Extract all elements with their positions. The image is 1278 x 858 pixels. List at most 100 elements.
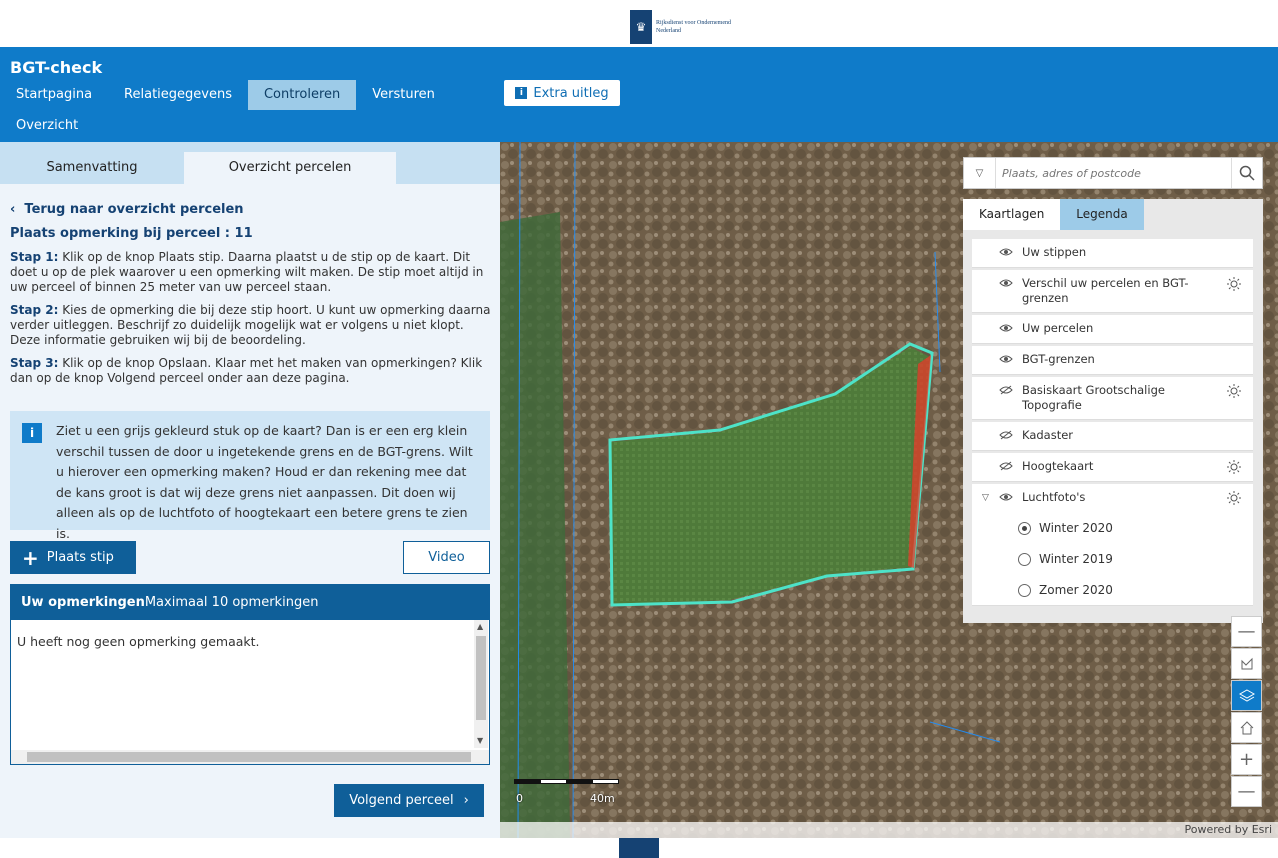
empty-message: U heeft nog geen opmerking gemaakt.	[17, 634, 260, 649]
tab-kaartlagen[interactable]: Kaartlagen	[963, 199, 1061, 230]
layer-panel: Kaartlagen Legenda Uw stippen Verschil u…	[963, 199, 1263, 623]
chevron-down-icon[interactable]: ▽	[964, 158, 996, 188]
home-icon[interactable]	[1231, 712, 1262, 743]
info-box: i Ziet u een grijs gekleurd stuk op de k…	[10, 411, 490, 541]
plus-icon: +	[22, 545, 39, 570]
caret-down-icon[interactable]: ▽	[982, 491, 989, 506]
eye-icon[interactable]	[999, 323, 1013, 333]
back-link[interactable]: ‹ Terug naar overzicht percelen	[10, 202, 244, 217]
layer-label: Uw stippen	[1022, 245, 1087, 259]
radio-selected-icon[interactable]	[1018, 522, 1031, 535]
video-button[interactable]: Video	[403, 541, 490, 574]
info-icon: i	[515, 87, 528, 99]
plaats-stip-button[interactable]: + Plaats stip	[10, 541, 136, 574]
volgend-perceel-button[interactable]: Volgend perceel ›	[334, 784, 484, 817]
layer-label: Kadaster	[1022, 428, 1074, 442]
layer-label: Basiskaart Grootschalige Topografie	[1022, 383, 1165, 412]
layers-icon[interactable]	[1231, 680, 1262, 711]
radio-icon[interactable]	[1018, 553, 1031, 566]
zoom-out-icon[interactable]: —	[1231, 776, 1262, 807]
step-1-label: Stap 1:	[10, 250, 59, 264]
opmerkingen-title: Uw opmerkingen	[21, 595, 145, 610]
zoom-in-icon[interactable]: +	[1231, 744, 1262, 775]
layer-bgt-grenzen[interactable]: BGT-grenzen	[972, 346, 1253, 375]
search-input[interactable]	[996, 166, 1226, 180]
opmerkingen-header: Uw opmerkingenMaximaal 10 opmerkingen	[11, 585, 489, 620]
radio-label: Zomer 2020	[1039, 583, 1113, 597]
layer-uw-percelen[interactable]: Uw percelen	[972, 315, 1253, 344]
plaats-stip-label: Plaats stip	[46, 550, 114, 565]
tab-overzicht-percelen[interactable]: Overzicht percelen	[184, 152, 396, 184]
layer-basiskaart[interactable]: Basiskaart Grootschalige Topografie	[972, 377, 1253, 420]
radio-icon[interactable]	[1018, 584, 1031, 597]
scale-label-start: 0	[516, 792, 523, 805]
eye-hidden-icon[interactable]	[999, 461, 1013, 471]
radio-winter-2019[interactable]: Winter 2019	[972, 544, 1253, 575]
layer-kadaster[interactable]: Kadaster	[972, 422, 1253, 451]
tab-legenda[interactable]: Legenda	[1060, 199, 1144, 230]
scale-label-end: 40m	[590, 792, 615, 805]
logo-line-2: Nederland	[656, 28, 681, 34]
nav-controleren[interactable]: Controleren	[247, 80, 357, 110]
vertical-scrollbar[interactable]: ▲ ▼	[474, 620, 488, 748]
hscroll-thumb[interactable]	[27, 752, 471, 762]
eye-icon[interactable]	[999, 492, 1013, 502]
government-logo: ♛ Rijksdienst voor Ondernemend Nederland	[630, 10, 756, 44]
layer-label: Hoogtekaart	[1022, 459, 1094, 473]
instructions: Stap 1: Klik op de knop Plaats stip. Daa…	[10, 250, 492, 394]
info-text: Ziet u een grijs gekleurd stuk op de kaa…	[56, 423, 473, 541]
attribution: Powered by Esri	[500, 822, 1278, 838]
eye-hidden-icon[interactable]	[999, 385, 1013, 395]
nav-overzicht[interactable]: Overzicht	[0, 111, 94, 141]
nav-relatiegegevens[interactable]: Relatiegegevens	[108, 80, 248, 110]
logo-bar: ♛ Rijksdienst voor Ondernemend Nederland	[0, 0, 1278, 47]
grass-strip	[500, 212, 570, 838]
sun-icon[interactable]	[1227, 460, 1241, 474]
eye-icon[interactable]	[999, 354, 1013, 364]
collapse-panel-icon[interactable]: —	[1231, 616, 1262, 647]
scale-bar	[514, 779, 619, 785]
layer-uw-stippen[interactable]: Uw stippen	[972, 239, 1253, 268]
crest-icon: ♛	[630, 10, 652, 44]
volgend-perceel-label: Volgend perceel	[349, 793, 454, 808]
tab-samenvatting[interactable]: Samenvatting	[0, 152, 184, 184]
sun-icon[interactable]	[1227, 384, 1241, 398]
radio-winter-2020[interactable]: Winter 2020	[972, 513, 1253, 544]
horizontal-scrollbar[interactable]	[11, 750, 489, 764]
scroll-thumb[interactable]	[476, 636, 486, 720]
nav-startpagina[interactable]: Startpagina	[0, 80, 108, 110]
layer-label: Luchtfoto's	[1022, 490, 1086, 504]
layer-label: BGT-grenzen	[1022, 352, 1095, 366]
step-2-text: Kies de opmerking die bij deze stip hoor…	[10, 303, 491, 347]
draw-shape-icon[interactable]	[1231, 648, 1262, 679]
search-icon[interactable]	[1231, 158, 1262, 188]
footer-bar	[0, 838, 1278, 858]
scroll-up-icon[interactable]: ▲	[477, 622, 483, 631]
layer-verschil[interactable]: Verschil uw percelen en BGT-grenzen	[972, 270, 1253, 313]
left-panel: Samenvatting Overzicht percelen ‹ Terug …	[0, 142, 500, 838]
layer-list: Uw stippen Verschil uw percelen en BGT-g…	[972, 239, 1253, 606]
step-2-label: Stap 2:	[10, 303, 59, 317]
scroll-down-icon[interactable]: ▼	[477, 736, 483, 745]
logo-line-1: Rijksdienst voor Ondernemend	[656, 20, 731, 26]
app-title: BGT-check	[10, 58, 103, 77]
eye-hidden-icon[interactable]	[999, 430, 1013, 440]
sun-icon[interactable]	[1227, 491, 1241, 505]
extra-uitleg-button[interactable]: i Extra uitleg	[504, 80, 620, 106]
layer-luchtfotos[interactable]: ▽ Luchtfoto's	[972, 484, 1253, 513]
eye-icon[interactable]	[999, 278, 1013, 288]
main-nav: Startpagina Relatiegegevens Controleren …	[0, 80, 451, 110]
back-link-label: Terug naar overzicht percelen	[24, 202, 244, 217]
eye-icon[interactable]	[999, 247, 1013, 257]
sun-icon[interactable]	[1227, 277, 1241, 291]
search-bar: ▽	[963, 157, 1263, 189]
opmerkingen-max: Maximaal 10 opmerkingen	[144, 595, 319, 610]
layer-hoogtekaart[interactable]: Hoogtekaart	[972, 453, 1253, 482]
radio-label: Winter 2019	[1039, 552, 1113, 566]
radio-zomer-2020[interactable]: Zomer 2020	[972, 575, 1253, 606]
chevron-right-icon: ›	[463, 793, 469, 808]
step-3-label: Stap 3:	[10, 356, 59, 370]
extra-uitleg-label: Extra uitleg	[533, 85, 609, 101]
layer-label: Verschil uw percelen en BGT-grenzen	[1022, 276, 1189, 305]
nav-versturen[interactable]: Versturen	[356, 80, 451, 110]
